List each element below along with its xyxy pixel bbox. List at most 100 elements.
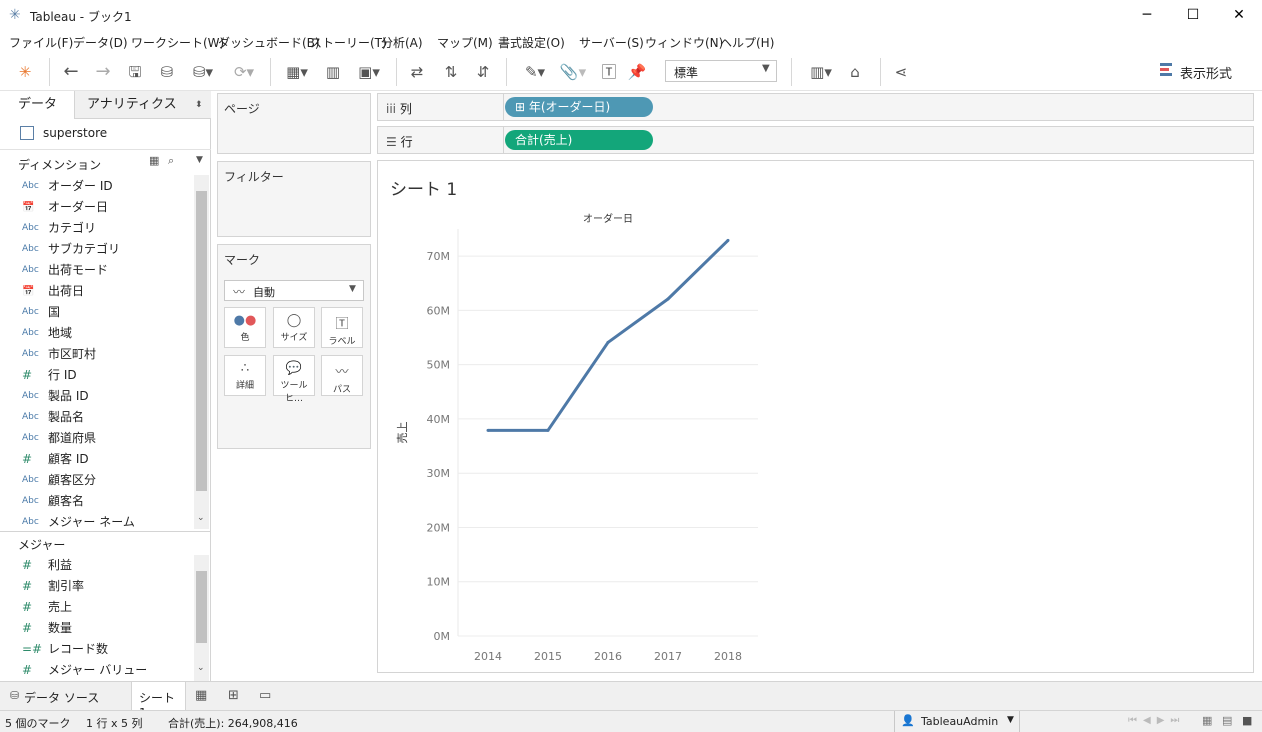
- dimension-field[interactable]: Abc 市区町村: [0, 344, 193, 365]
- close-button[interactable]: ✕: [1216, 0, 1262, 31]
- detail-button[interactable]: ∴ 詳細: [224, 355, 266, 396]
- menu-server[interactable]: サーバー(S): [579, 34, 644, 51]
- columns-shelf[interactable]: iii 列 ⊞ 年(オーダー日): [377, 93, 1254, 121]
- tab-view-icon[interactable]: ■: [1242, 714, 1252, 727]
- swap-rows-columns-icon[interactable]: ⇄: [406, 61, 428, 83]
- show-mark-labels-icon[interactable]: 🅃: [598, 61, 620, 83]
- undo-icon[interactable]: ←: [60, 61, 82, 83]
- dimension-field[interactable]: 📅 オーダー日: [0, 197, 193, 218]
- menu-analysis[interactable]: 分析(A): [381, 34, 423, 51]
- rows-shelf[interactable]: ☰ 行 合計(売上): [377, 126, 1254, 154]
- datasource-tab[interactable]: データ ソース: [24, 689, 99, 706]
- status-bar: 5 個のマーク 1 行 x 5 列 合計(売上): 264,908,416 👤 …: [0, 710, 1262, 732]
- dimension-field[interactable]: Abc メジャー ネーム: [0, 512, 193, 533]
- tab-analytics[interactable]: アナリティクス ⬍: [74, 91, 211, 119]
- dimension-field[interactable]: # 行 ID: [0, 365, 193, 386]
- measure-field[interactable]: # 数量: [0, 618, 193, 639]
- rows-icon: ☰: [386, 135, 397, 149]
- menu-help[interactable]: ヘルプ(H): [720, 34, 774, 51]
- tooltip-button[interactable]: 💬 ツールヒ…: [273, 355, 315, 404]
- sheet-tab-1[interactable]: シート 1: [131, 682, 186, 720]
- new-dashboard-icon[interactable]: ⊞: [228, 688, 239, 703]
- user-icon: 👤: [901, 714, 915, 727]
- dimension-field[interactable]: Abc オーダー ID: [0, 176, 193, 197]
- filmstrip-view-icon[interactable]: ▤: [1222, 714, 1232, 727]
- measure-field[interactable]: =# レコード数: [0, 639, 193, 660]
- columns-pill[interactable]: ⊞ 年(オーダー日): [505, 97, 653, 117]
- dimension-field[interactable]: Abc サブカテゴリ: [0, 239, 193, 260]
- dimensions-scrollbar[interactable]: ⌄: [194, 175, 209, 529]
- measure-field[interactable]: # 売上: [0, 597, 193, 618]
- new-worksheet-icon[interactable]: ▦▾: [280, 61, 314, 83]
- menu-window[interactable]: ウィンドウ(N): [645, 34, 723, 51]
- highlight-icon[interactable]: ✎▾: [518, 61, 552, 83]
- path-button[interactable]: 〰 パス: [321, 355, 363, 396]
- dimension-field[interactable]: Abc 製品 ID: [0, 386, 193, 407]
- dimension-field[interactable]: Abc 製品名: [0, 407, 193, 428]
- y-tick-label: 40M: [427, 413, 451, 426]
- y-tick-label: 30M: [427, 467, 451, 480]
- color-button[interactable]: ●● 色: [224, 307, 266, 348]
- redo-icon[interactable]: →: [92, 61, 114, 83]
- page-nav-icon[interactable]: ⏮◀▶⏭: [1128, 715, 1185, 726]
- measures-scrollbar[interactable]: ⌄: [194, 555, 209, 681]
- new-worksheet-icon[interactable]: ▦: [195, 688, 207, 703]
- rows-pill[interactable]: 合計(売上): [505, 130, 653, 150]
- show-me-button[interactable]: 表示形式: [1158, 61, 1248, 83]
- tab-data[interactable]: データ: [0, 91, 74, 119]
- dimension-field[interactable]: 📅 出荷日: [0, 281, 193, 302]
- scroll-down-icon[interactable]: ⌄: [197, 513, 205, 523]
- group-members-icon[interactable]: 📎▾: [556, 61, 590, 83]
- tableau-home-icon[interactable]: ✳: [14, 61, 36, 83]
- pages-card[interactable]: ページ: [217, 93, 371, 154]
- pin-axes-icon[interactable]: 📌: [626, 61, 648, 83]
- show-cards-icon[interactable]: ▥▾: [804, 61, 838, 83]
- measure-field[interactable]: # 利益: [0, 555, 193, 576]
- dimension-field[interactable]: Abc 出荷モード: [0, 260, 193, 281]
- datasource-name[interactable]: superstore: [43, 126, 107, 140]
- fit-select[interactable]: 標準 ▼: [665, 60, 777, 82]
- dimension-field[interactable]: Abc 顧客区分: [0, 470, 193, 491]
- menu-worksheet[interactable]: ワークシート(W): [131, 34, 224, 51]
- scroll-down-icon[interactable]: ⌄: [197, 663, 205, 673]
- dimension-field[interactable]: Abc 顧客名: [0, 491, 193, 512]
- clear-sheet-icon[interactable]: ▣▾: [352, 61, 386, 83]
- menu-map[interactable]: マップ(M): [437, 34, 493, 51]
- sort-descending-icon[interactable]: ⇵: [472, 61, 494, 83]
- maximize-button[interactable]: ☐: [1170, 0, 1216, 31]
- menu-dashboard[interactable]: ダッシュボード(B): [218, 34, 320, 51]
- minimize-button[interactable]: ─: [1124, 0, 1170, 31]
- new-story-icon[interactable]: ▭: [259, 688, 271, 703]
- dimension-field[interactable]: Abc 都道府県: [0, 428, 193, 449]
- mark-type-select[interactable]: 〰 自動 ▼: [224, 280, 364, 301]
- number-type-icon: #: [22, 579, 33, 593]
- dimension-field[interactable]: Abc 地域: [0, 323, 193, 344]
- size-button[interactable]: ◯ サイズ: [273, 307, 315, 348]
- x-tick-label: 2014: [474, 650, 502, 663]
- menu-file[interactable]: ファイル(F): [9, 34, 73, 51]
- dimension-field[interactable]: Abc カテゴリ: [0, 218, 193, 239]
- duplicate-sheet-icon[interactable]: ▥: [322, 61, 344, 83]
- measure-field[interactable]: # 割引率: [0, 576, 193, 597]
- pause-update-icon[interactable]: ⛁▾: [188, 61, 218, 83]
- presentation-mode-icon[interactable]: ⌂: [844, 61, 866, 83]
- new-datasource-icon[interactable]: ⛁: [156, 61, 178, 83]
- search-icon[interactable]: ⌕: [168, 154, 174, 168]
- menu-story[interactable]: ストーリー(T): [310, 34, 387, 51]
- filters-card[interactable]: フィルター: [217, 161, 371, 237]
- dimension-field[interactable]: # 顧客 ID: [0, 449, 193, 470]
- measure-field[interactable]: # メジャー バリュー: [0, 660, 193, 681]
- menu-format[interactable]: 書式設定(O): [498, 34, 565, 51]
- user-menu[interactable]: 👤 TableauAdmin ▼: [894, 711, 1020, 732]
- refresh-icon[interactable]: ⟳▾: [226, 61, 262, 83]
- dimension-field[interactable]: Abc 国: [0, 302, 193, 323]
- menu-data[interactable]: データ(D): [73, 34, 128, 51]
- label-button[interactable]: 🅃 ラベル: [321, 307, 363, 348]
- grid-view-icon[interactable]: ▦: [1202, 714, 1212, 727]
- dimensions-menu-icon[interactable]: ▼: [196, 155, 203, 165]
- save-icon[interactable]: 🖫: [124, 61, 146, 83]
- share-icon[interactable]: ⋖: [890, 61, 912, 83]
- string-type-icon: Abc: [22, 475, 39, 485]
- view-list-icon[interactable]: ▦: [149, 154, 159, 167]
- sort-ascending-icon[interactable]: ⇅: [440, 61, 462, 83]
